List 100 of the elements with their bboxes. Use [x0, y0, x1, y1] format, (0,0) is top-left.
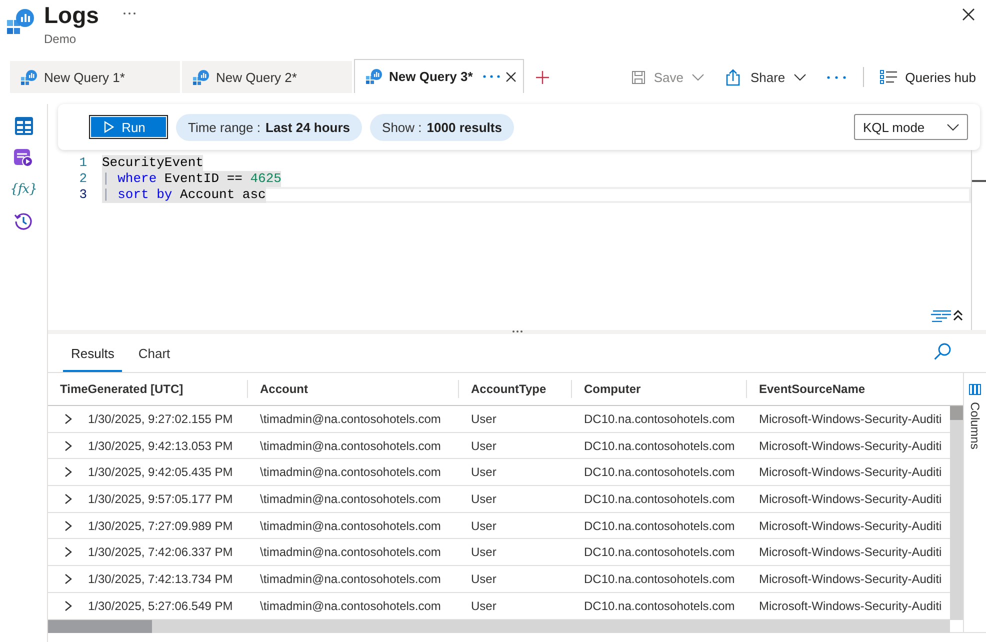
page-title: Logs: [44, 1, 99, 29]
table-cell: Microsoft-Windows-Security-Auditi: [759, 412, 942, 426]
table-cell: \timadmin@na.contosohotels.com: [260, 438, 441, 453]
collapse-button[interactable]: [953, 310, 963, 321]
table-cell: 1/30/2025, 7:42:13.734 PM: [88, 572, 233, 586]
search-button[interactable]: [934, 342, 951, 360]
table-cell: Microsoft-Windows-Security-Auditi: [759, 572, 942, 586]
close-icon[interactable]: [506, 72, 516, 82]
table-cell: \timadmin@na.contosohotels.com: [260, 518, 441, 533]
table-cell: 1/30/2025, 9:42:05.435 PM: [88, 465, 233, 480]
plus-icon: [536, 70, 549, 84]
more-icon: [122, 12, 136, 15]
functions-button[interactable]: {fx}: [13, 179, 34, 200]
table-cell: \timadmin@na.contosohotels.com: [260, 572, 441, 586]
logs-icon: [193, 70, 209, 84]
column-header[interactable]: Account: [260, 382, 308, 396]
line-number: 1: [78, 155, 88, 171]
format-lines-icon: [931, 310, 951, 322]
query-tab[interactable]: New Query 3*: [354, 59, 524, 93]
run-button[interactable]: Run: [89, 115, 168, 139]
column-header[interactable]: AccountType: [471, 382, 546, 396]
table-cell: User: [471, 492, 496, 506]
mode-dropdown[interactable]: KQL mode: [854, 114, 968, 140]
history-icon: [14, 212, 33, 231]
line-number: 3: [78, 187, 88, 203]
table-cell: \timadmin@na.contosohotels.com: [260, 465, 441, 480]
query-tab[interactable]: New Query 1*: [10, 61, 180, 93]
results-tab[interactable]: Results: [63, 334, 122, 372]
history-button[interactable]: [13, 211, 34, 232]
table-cell: User: [471, 598, 496, 613]
columns-icon[interactable]: [969, 384, 981, 395]
grip-icon: [512, 330, 522, 332]
table-cell: Microsoft-Windows-Security-Auditi: [759, 465, 942, 480]
double-chevron-up-icon: [953, 310, 963, 321]
tables-button[interactable]: [13, 115, 34, 136]
table-cell: DC10.na.contosohotels.com: [584, 518, 735, 533]
horizontal-scrollbar[interactable]: [48, 620, 950, 633]
close-icon: [962, 8, 975, 21]
table-cell: DC10.na.contosohotels.com: [584, 492, 735, 506]
query-tab[interactable]: New Query 2*: [182, 61, 352, 93]
table-cell: Microsoft-Windows-Security-Auditi: [759, 545, 942, 560]
table-cell: 1/30/2025, 9:27:02.155 PM: [88, 412, 233, 426]
more-options-button[interactable]: [827, 76, 846, 78]
queries-hub-button[interactable]: Queries hub: [880, 70, 976, 84]
table-cell: Microsoft-Windows-Security-Auditi: [759, 438, 942, 453]
table-cell: DC10.na.contosohotels.com: [584, 545, 735, 560]
table-cell: Microsoft-Windows-Security-Auditi: [759, 492, 942, 506]
time-range-button[interactable]: Time range : Last 24 hours: [176, 114, 362, 140]
table-cell: 1/30/2025, 5:27:06.549 PM: [88, 598, 233, 613]
table-cell: User: [471, 518, 496, 533]
queries-button[interactable]: [13, 147, 34, 168]
table-cell: User: [471, 572, 496, 586]
table-cell: \timadmin@na.contosohotels.com: [260, 492, 441, 506]
table-cell: \timadmin@na.contosohotels.com: [260, 545, 441, 560]
table-cell: User: [471, 545, 496, 560]
more-icon[interactable]: [483, 75, 500, 78]
table-cell: DC10.na.contosohotels.com: [584, 465, 735, 480]
table-cell: \timadmin@na.contosohotels.com: [260, 412, 441, 426]
table-cell: DC10.na.contosohotels.com: [584, 412, 735, 426]
cursor-position-mark: [972, 180, 986, 182]
share-icon: [726, 68, 740, 86]
scrollbar-thumb[interactable]: [48, 620, 152, 633]
search-icon: [934, 342, 951, 360]
column-header[interactable]: Computer: [584, 382, 641, 396]
chevron-down-icon: [692, 74, 704, 80]
list-icon: [880, 70, 898, 84]
table-cell: User: [471, 465, 496, 480]
close-button[interactable]: [962, 8, 975, 21]
vertical-scrollbar[interactable]: [950, 406, 963, 620]
table-cell: User: [471, 412, 496, 426]
table-cell: DC10.na.contosohotels.com: [584, 572, 735, 586]
table-cell: Microsoft-Windows-Security-Auditi: [759, 598, 942, 613]
logs-logo-icon: [7, 9, 34, 35]
columns-panel-label[interactable]: Columns: [968, 402, 982, 450]
results-tab[interactable]: Chart: [130, 334, 178, 372]
play-icon: [104, 121, 114, 133]
table-cell: DC10.na.contosohotels.com: [584, 438, 735, 453]
table-cell: Microsoft-Windows-Security-Auditi: [759, 518, 942, 533]
scrollbar-thumb[interactable]: [950, 406, 963, 420]
line-number: 2: [78, 171, 88, 187]
more-icon: [827, 76, 846, 78]
logs-icon: [366, 69, 382, 84]
more-options-button[interactable]: [122, 12, 136, 15]
table-cell: 1/30/2025, 9:57:05.177 PM: [88, 492, 233, 506]
table-cell: 1/30/2025, 9:42:13.053 PM: [88, 438, 233, 453]
table-cell: 1/30/2025, 7:27:09.989 PM: [88, 518, 233, 533]
result-limit-button[interactable]: Show : 1000 results: [370, 114, 514, 140]
column-header[interactable]: TimeGenerated [UTC]: [60, 382, 184, 396]
logs-icon: [21, 70, 37, 84]
table-cell: \timadmin@na.contosohotels.com: [260, 598, 441, 613]
table-cell: DC10.na.contosohotels.com: [584, 598, 735, 613]
table-icon: [14, 116, 32, 134]
table-cell: 1/30/2025, 7:42:06.337 PM: [88, 545, 233, 560]
chevron-down-icon: [794, 74, 806, 80]
column-header[interactable]: EventSourceName: [759, 382, 866, 396]
table-cell: User: [471, 438, 496, 453]
share-button[interactable]: Share: [726, 68, 806, 86]
query-play-icon: [14, 148, 33, 167]
format-button[interactable]: [931, 310, 951, 322]
workspace-name: Demo: [44, 32, 78, 46]
